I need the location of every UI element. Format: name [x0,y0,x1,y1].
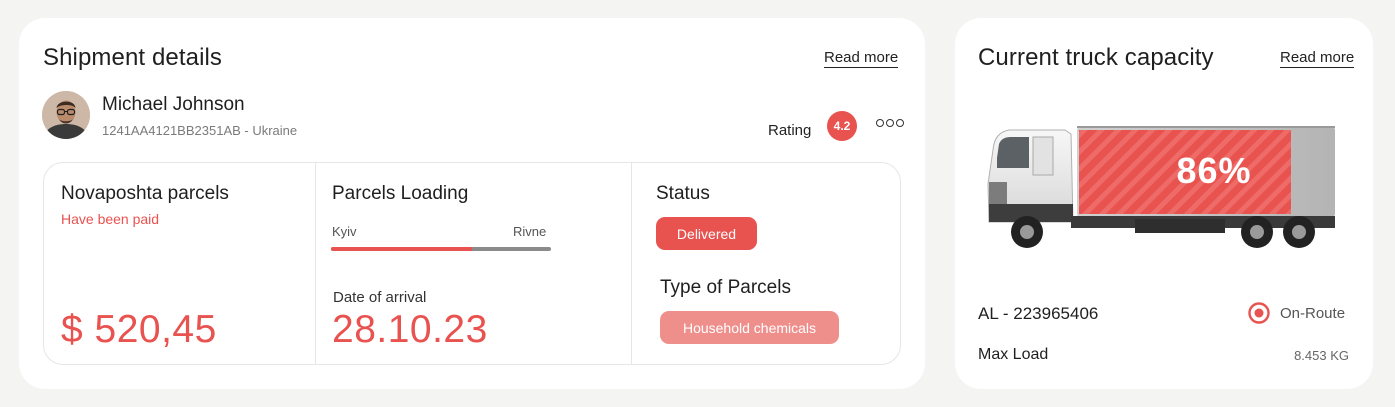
parcel-type-title: Type of Parcels [660,277,791,298]
parcel-type-badge: Household chemicals [660,311,839,344]
route-destination: Rivne [513,224,547,239]
payment-status-note: Have been paid [61,211,160,227]
shipment-info-panel: Novaposhta parcels Have been paid $ 520,… [43,162,901,365]
truck-read-more-link[interactable]: Read more [1280,49,1355,68]
shipment-read-more-link[interactable]: Read more [824,49,899,68]
payment-amount: $ 520,45 [61,308,217,351]
rating-label: Rating [768,122,812,139]
max-load-label: Max Load [978,346,1049,363]
loading-progress-bar [331,247,551,251]
truck-plate-number: AL - 223965406 [978,304,1099,323]
target-icon [1248,302,1270,324]
capacity-percent: 86% [1176,150,1252,191]
truck-illustration: 86% [985,124,1339,254]
status-title: Status [656,183,710,204]
arrival-date: 28.10.23 [332,308,488,351]
column-divider [631,163,632,364]
shipment-title: Shipment details [43,44,223,71]
parcels-loading-title: Parcels Loading [332,183,469,204]
route-status: On-Route [1247,301,1345,325]
truck-capacity-title: Current truck capacity [978,44,1214,71]
route-status-label: On-Route [1280,304,1346,322]
customer-avatar[interactable] [42,91,90,139]
parcel-service-title: Novaposhta parcels [61,183,229,204]
loading-progress-fill [331,247,472,251]
column-divider [315,163,316,364]
more-options-icon[interactable] [876,119,904,127]
truck-capacity-card: Current truck capacity Read more 86% AL … [955,18,1373,389]
shipment-details-card: Shipment details Read more Michael Johns… [19,18,925,389]
max-load-value: 8.453 KG [1294,348,1349,363]
status-badge: Delivered [656,217,757,250]
rating-badge: 4.2 [827,111,857,141]
customer-id-country: 1241AA4121BB2351AB - Ukraine [102,123,298,138]
customer-name: Michael Johnson [102,94,245,115]
route-origin: Kyiv [332,224,357,239]
arrival-date-label: Date of arrival [333,289,427,306]
